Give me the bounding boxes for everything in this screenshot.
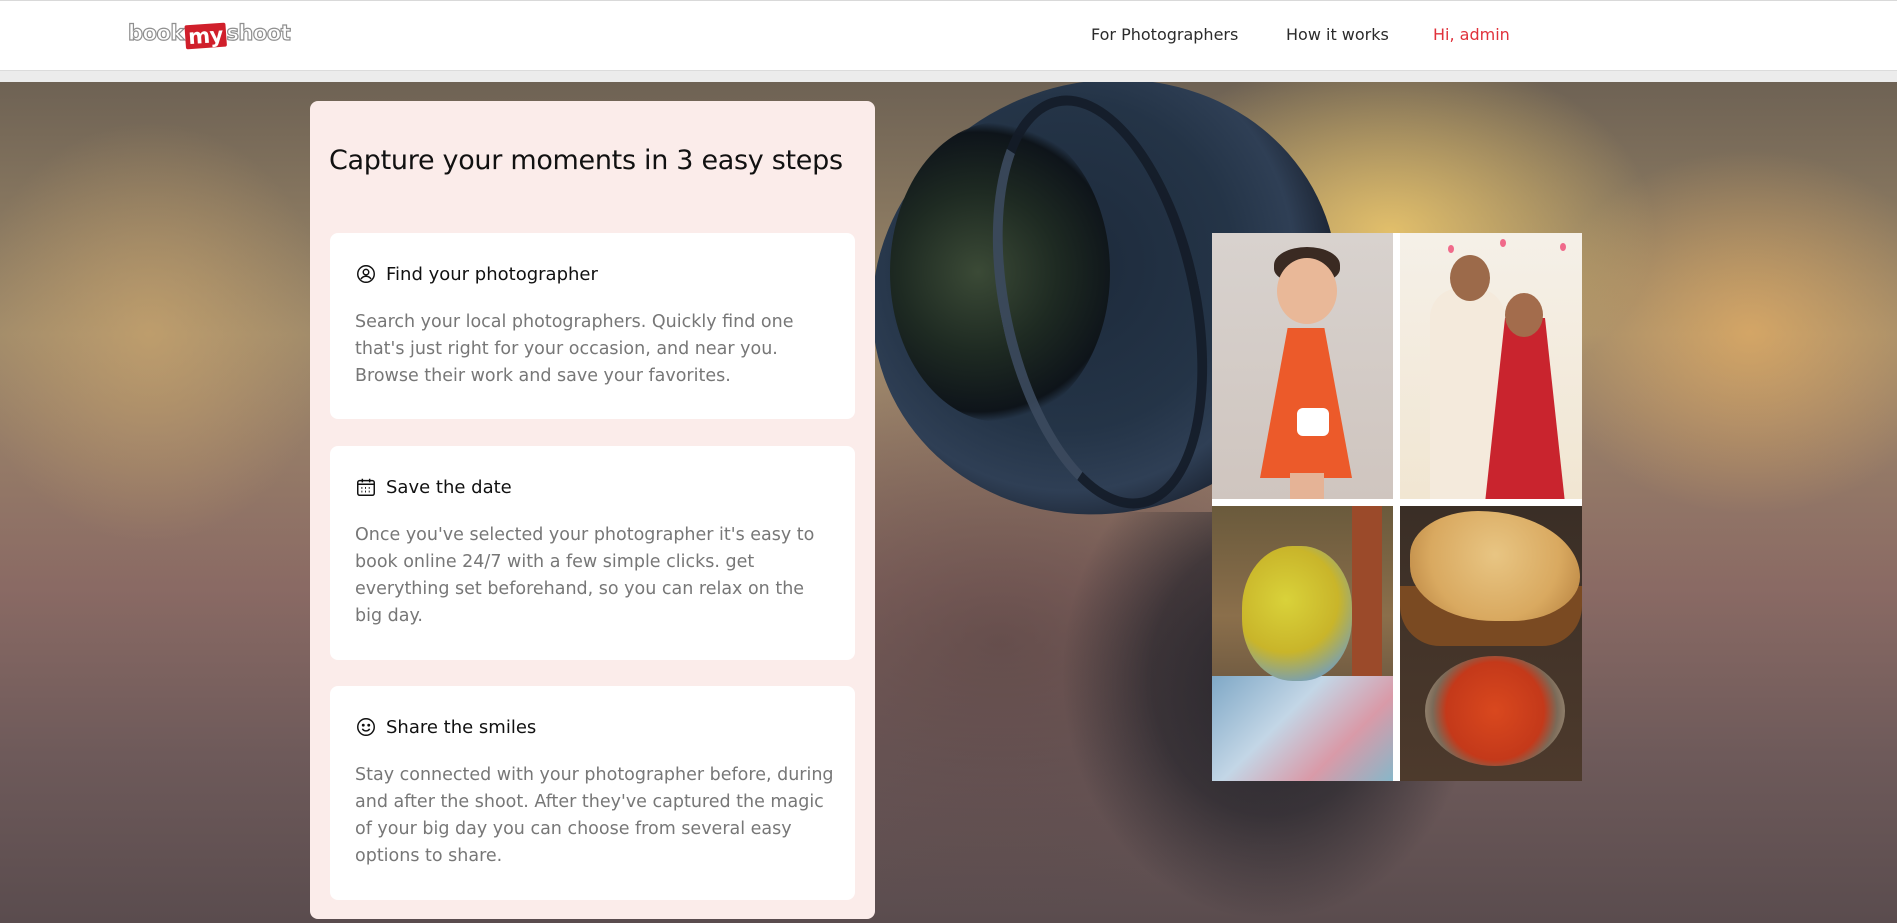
photo-detail (1242, 546, 1352, 681)
hero-section (0, 82, 1897, 923)
photo-detail (1410, 511, 1580, 621)
search-person-icon (357, 265, 375, 283)
nav-link-user-greeting[interactable]: Hi, admin (1433, 25, 1510, 44)
step-title: Share the smiles (386, 716, 537, 738)
holi-festival-photo (1212, 506, 1393, 781)
step-title: Save the date (386, 476, 512, 498)
step-card-save-date: Save the date Once you've selected your … (330, 446, 855, 660)
step-card-share-smiles: Share the smiles Stay connected with you… (330, 686, 855, 900)
step-card-find-photographer: Find your photographer Search your local… (330, 233, 855, 419)
step-description: Search your local photographers. Quickly… (355, 312, 794, 386)
photo-detail (1352, 506, 1382, 686)
nav-link-how-it-works[interactable]: How it works (1286, 25, 1389, 44)
child-portrait-photo (1212, 233, 1393, 499)
nav-link-for-photographers[interactable]: For Photographers (1091, 25, 1238, 44)
step-header: Share the smiles (355, 716, 536, 738)
step-title: Find your photographer (386, 263, 598, 285)
photo-gallery-grid (1212, 233, 1582, 781)
photo-detail (1212, 676, 1393, 781)
step-header: Find your photographer (355, 263, 598, 285)
step-header: Save the date (355, 476, 512, 498)
main-nav: For Photographers How it works Hi, admin (0, 1, 1897, 72)
smiley-icon (357, 718, 375, 736)
photo-detail (1500, 239, 1506, 247)
photo-detail (1425, 656, 1565, 766)
header-divider-strip (0, 71, 1897, 82)
photo-detail (1450, 255, 1490, 301)
photo-detail (1560, 243, 1566, 251)
wedding-couple-photo (1400, 233, 1582, 499)
steps-card: Capture your moments in 3 easy steps Fin… (310, 101, 875, 919)
steps-heading: Capture your moments in 3 easy steps (329, 145, 843, 176)
photo-detail (1505, 293, 1543, 337)
top-navbar: book my shoot For Photographers How it wor… (0, 0, 1897, 71)
photo-detail (1448, 245, 1454, 253)
food-naan-curry-photo (1400, 506, 1582, 781)
photo-detail (1297, 408, 1329, 436)
photo-detail (1277, 258, 1337, 324)
photo-detail (1290, 473, 1324, 499)
photo-detail (1260, 328, 1352, 478)
calendar-icon (357, 478, 375, 496)
step-description: Stay connected with your photographer be… (355, 765, 834, 866)
step-description: Once you've selected your photographer i… (355, 525, 815, 626)
